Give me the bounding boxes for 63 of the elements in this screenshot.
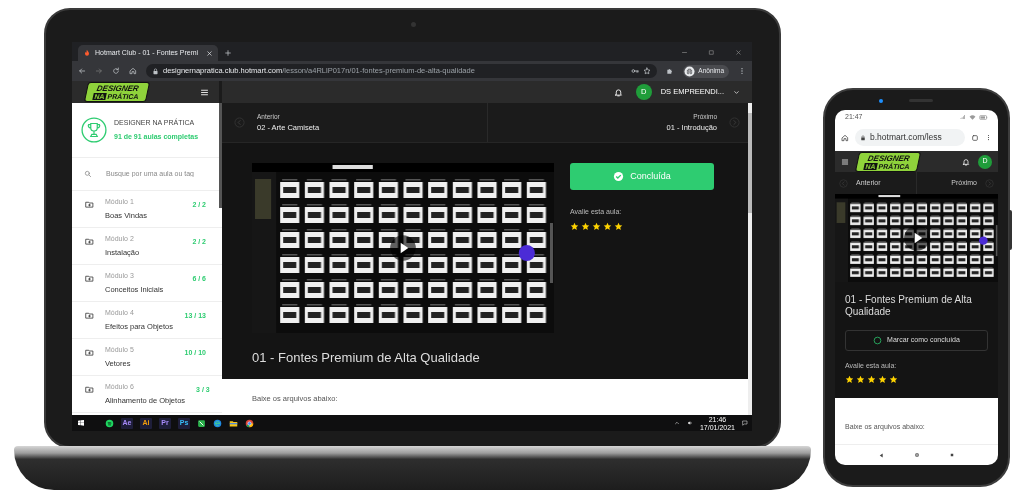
folder-icon bbox=[85, 237, 94, 246]
extensions-icon[interactable] bbox=[666, 67, 675, 75]
home-button-icon[interactable] bbox=[913, 451, 921, 459]
folder-icon bbox=[85, 348, 94, 357]
bell-icon[interactable] bbox=[613, 87, 623, 97]
close-icon[interactable] bbox=[735, 49, 742, 56]
star-icon bbox=[856, 374, 865, 384]
speaker-icon[interactable] bbox=[686, 420, 693, 426]
star-icon bbox=[592, 221, 601, 231]
menu-dots-icon[interactable] bbox=[738, 67, 746, 75]
spreadsheet-app-icon[interactable] bbox=[197, 418, 206, 428]
tabs-icon[interactable] bbox=[971, 133, 979, 142]
chevron-up-icon[interactable] bbox=[673, 420, 680, 426]
folder-icon bbox=[85, 311, 94, 320]
signal-icon bbox=[960, 114, 966, 120]
incognito-icon bbox=[684, 65, 696, 77]
star-icon bbox=[878, 374, 887, 384]
lesson-title: 01 - Fontes Premium de Alta Qualidade bbox=[252, 349, 481, 367]
star-icon bbox=[845, 374, 854, 384]
folder-icon bbox=[85, 274, 94, 283]
key-icon[interactable] bbox=[631, 67, 640, 75]
maximize-icon[interactable] bbox=[708, 49, 715, 56]
home-icon[interactable] bbox=[129, 67, 137, 75]
star-icon bbox=[889, 374, 898, 384]
battery-icon bbox=[979, 112, 988, 122]
reload-icon[interactable] bbox=[112, 67, 120, 75]
lock-icon bbox=[152, 67, 159, 75]
back-icon[interactable] bbox=[78, 67, 86, 75]
circle-icon bbox=[873, 336, 883, 345]
back-icon[interactable] bbox=[878, 451, 885, 459]
browser-app-icon[interactable] bbox=[213, 418, 222, 428]
new-tab-icon[interactable] bbox=[224, 49, 232, 57]
lock-icon bbox=[860, 134, 866, 141]
flame-icon bbox=[83, 49, 91, 57]
recents-icon[interactable] bbox=[949, 452, 955, 458]
music-app-icon[interactable] bbox=[105, 418, 114, 428]
trophy-icon bbox=[81, 117, 107, 143]
star-icon bbox=[603, 221, 612, 231]
star-icon bbox=[614, 221, 623, 231]
bell-icon[interactable] bbox=[962, 157, 970, 166]
play-button[interactable] bbox=[389, 234, 417, 262]
scrollbar-thumb[interactable] bbox=[219, 103, 222, 208]
search-icon bbox=[84, 170, 92, 178]
wifi-icon bbox=[969, 113, 976, 121]
star-icon bbox=[867, 374, 876, 384]
windows-icon[interactable] bbox=[77, 419, 85, 427]
star-icon bbox=[581, 221, 590, 231]
folder-app-icon[interactable] bbox=[229, 418, 238, 428]
bookmark-star-icon[interactable] bbox=[643, 67, 652, 75]
address-bar[interactable]: b.hotmart.com/less bbox=[855, 129, 965, 146]
play-button[interactable] bbox=[903, 224, 931, 252]
folder-icon bbox=[85, 200, 94, 209]
star-icon bbox=[570, 221, 579, 231]
scrollbar-thumb[interactable] bbox=[748, 113, 752, 213]
home-icon[interactable] bbox=[841, 133, 849, 142]
folder-icon bbox=[85, 385, 94, 394]
minimize-icon[interactable] bbox=[681, 49, 688, 56]
chrome-app-icon[interactable] bbox=[245, 418, 254, 428]
lesson-title: 01 - Fontes Premium de Alta Qualidade bbox=[845, 294, 973, 318]
menu-icon[interactable] bbox=[200, 87, 209, 97]
notification-icon[interactable] bbox=[742, 420, 748, 426]
check-circle-icon bbox=[613, 171, 625, 182]
chevron-down-icon[interactable] bbox=[733, 88, 740, 96]
